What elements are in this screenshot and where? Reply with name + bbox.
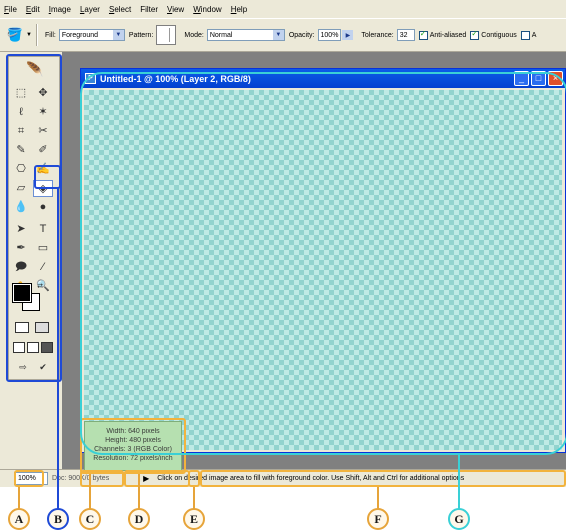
menu-help[interactable]: Help: [231, 5, 247, 14]
fill-select-value: Foreground: [61, 31, 99, 39]
callout-g: G: [448, 508, 470, 530]
antialiased-checkbox[interactable]: [418, 29, 428, 40]
paint-bucket-icon[interactable]: 🪣: [6, 26, 24, 44]
separator: [35, 24, 38, 46]
docsize-highlight-left: [80, 470, 124, 487]
menu-edit[interactable]: Edit: [26, 5, 40, 14]
paint-bucket-highlight: [34, 165, 61, 189]
all-layers-checkbox[interactable]: [520, 30, 530, 40]
opacity-label: Opacity:: [288, 31, 315, 39]
canvas-highlight: [80, 72, 566, 455]
opacity-slider-button[interactable]: ▶: [342, 29, 354, 41]
tolerance-label: Tolerance:: [361, 31, 394, 39]
pattern-picker[interactable]: [156, 25, 177, 45]
antialiased-label: Anti-aliased: [429, 31, 467, 39]
leader-line-f: [377, 487, 379, 510]
callout-b: B: [47, 508, 69, 530]
menu-file[interactable]: File: [4, 5, 17, 14]
callout-c: C: [79, 508, 101, 530]
options-bar: 🪣 ▼ Fill: Foreground ▼ Pattern: Mode: Nor…: [0, 18, 566, 52]
fill-label: Fill:: [44, 31, 56, 39]
contiguous-checkbox[interactable]: [470, 29, 480, 40]
callout-d: D: [128, 508, 150, 530]
chevron-down-icon: ▼: [112, 30, 124, 40]
mode-select-value: Normal: [209, 31, 233, 39]
menu-filter[interactable]: Filter: [140, 5, 158, 14]
leader-line-c: [89, 474, 91, 510]
tolerance-input[interactable]: 32: [396, 29, 415, 41]
chevron-right-icon: ▶: [342, 30, 354, 40]
menu-layer[interactable]: Layer: [80, 5, 100, 14]
contiguous-label: Contiguous: [481, 31, 517, 39]
menu-bar: File Edit Image Layer Select Filter View…: [0, 0, 566, 18]
leader-line-g: [458, 455, 460, 510]
menu-image[interactable]: Image: [49, 5, 71, 14]
pattern-label: Pattern:: [128, 31, 154, 39]
menu-select[interactable]: Select: [109, 5, 131, 14]
mode-select[interactable]: Normal ▼: [206, 29, 285, 41]
menu-view[interactable]: View: [167, 5, 184, 14]
leader-line-a: [18, 487, 20, 510]
hint-highlight: [200, 470, 566, 487]
docsize-highlight-right: [124, 470, 190, 487]
fill-select[interactable]: Foreground ▼: [58, 29, 125, 41]
chevron-down-icon: ▼: [272, 30, 284, 40]
menu-window[interactable]: Window: [193, 5, 221, 14]
toolbox-highlight: [6, 54, 62, 382]
all-layers-label: A: [531, 31, 537, 39]
callout-a: A: [8, 508, 30, 530]
opacity-input[interactable]: 100%: [317, 29, 342, 41]
mode-label: Mode:: [184, 31, 204, 39]
tool-preset-dropdown-icon[interactable]: ▼: [26, 32, 32, 38]
leader-line-d: [138, 474, 140, 510]
arrow-highlight: [188, 470, 200, 487]
callout-f: F: [367, 508, 389, 530]
zoom-field-highlight: [14, 470, 44, 487]
callout-e: E: [183, 508, 205, 530]
leader-line-b: [57, 188, 59, 509]
leader-line-e: [193, 487, 195, 510]
